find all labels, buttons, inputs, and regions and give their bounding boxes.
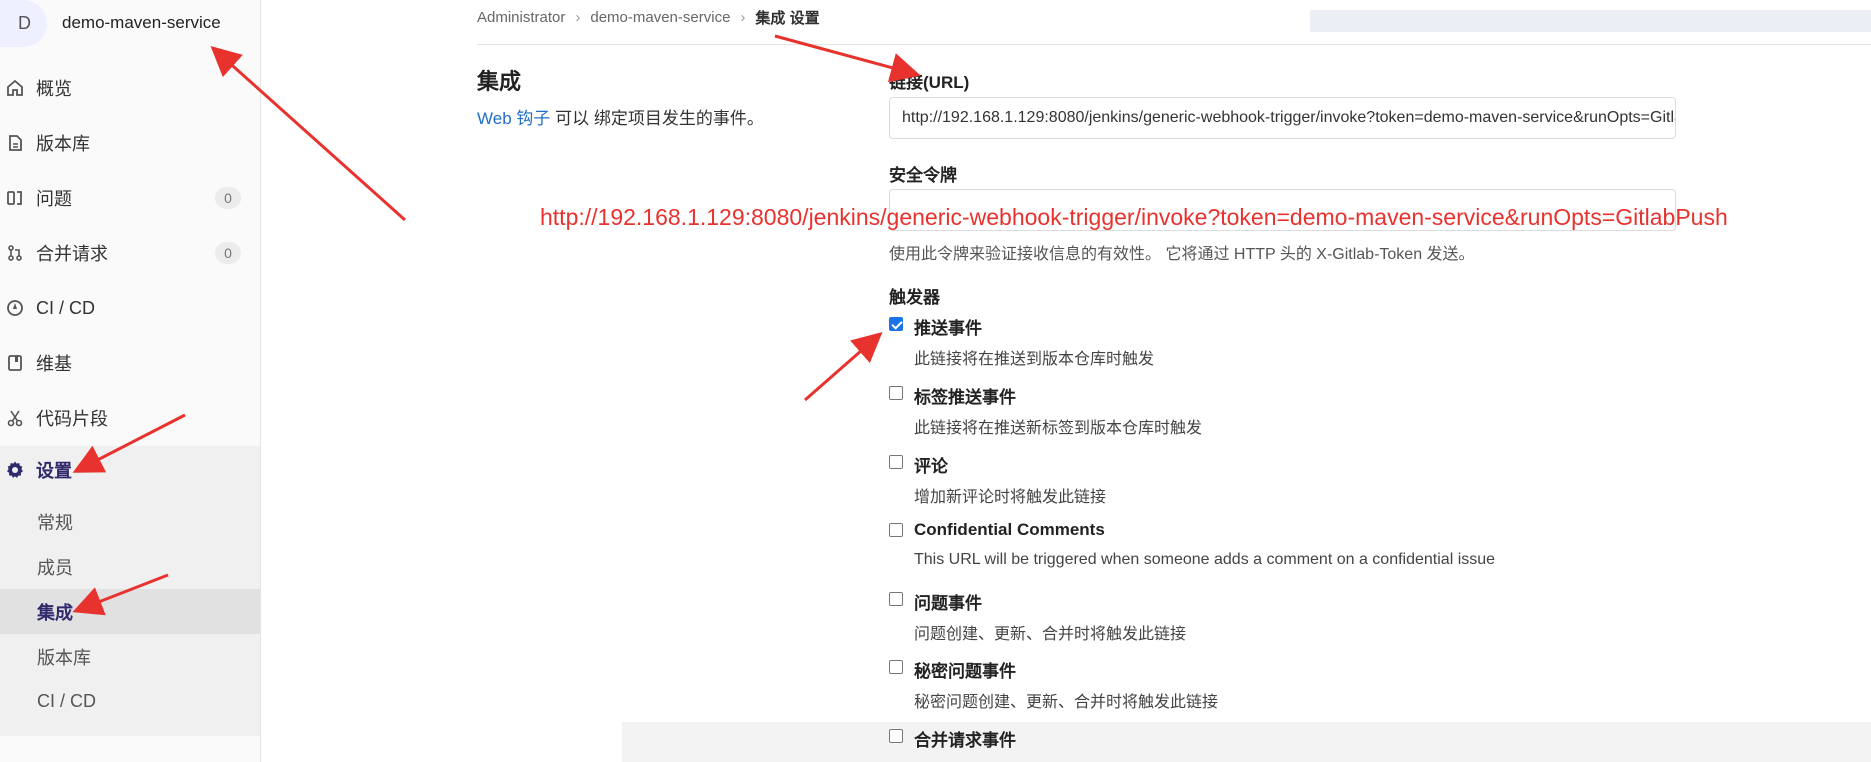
- settings-sub-integrations[interactable]: 集成: [0, 589, 260, 634]
- section-description: Web 钩子 可以 绑定项目发生的事件。: [477, 104, 764, 129]
- merge-request-icon: [5, 243, 25, 263]
- trigger-title: Confidential Comments: [914, 520, 1105, 539]
- sub-label: 版本库: [37, 647, 91, 668]
- sub-label: CI / CD: [37, 691, 97, 711]
- scissors-icon: [5, 408, 25, 428]
- document-icon: [5, 133, 25, 153]
- trigger-desc: 此链接将在推送到版本仓库时触发: [914, 351, 1155, 368]
- trigger-title: 问题事件: [914, 594, 982, 613]
- count-badge: 0: [215, 187, 241, 209]
- settings-sub-general[interactable]: 常规: [0, 499, 260, 544]
- settings-section: 设置 常规 成员 集成 版本库 CI / CD: [0, 446, 260, 736]
- book-icon: [5, 353, 25, 373]
- nav-item-settings[interactable]: 设置: [0, 446, 260, 494]
- nav-label: 代码片段: [36, 409, 108, 429]
- count-badge: 0: [215, 242, 241, 264]
- nav-label: CI / CD: [36, 297, 96, 318]
- project-name: demo-maven-service: [62, 13, 221, 32]
- project-avatar: D: [0, 0, 47, 47]
- merge-request-events-checkbox[interactable]: [889, 729, 903, 743]
- section-desc-text: 可以 绑定项目发生的事件。: [555, 109, 764, 128]
- project-header[interactable]: D demo-maven-service: [0, 0, 260, 47]
- sub-label: 集成: [37, 602, 73, 623]
- chevron-right-icon: ›: [740, 8, 746, 26]
- settings-sub-ci-cd[interactable]: CI / CD: [0, 679, 260, 724]
- page-title: 集成: [477, 69, 522, 94]
- gear-icon: [5, 460, 25, 480]
- breadcrumb-current: 集成 设置: [755, 9, 820, 27]
- issues-icon: [5, 188, 25, 208]
- breadcrumb-root[interactable]: Administrator: [477, 9, 565, 26]
- breadcrumb-project[interactable]: demo-maven-service: [590, 9, 730, 26]
- nav-label: 维基: [36, 354, 72, 374]
- token-label: 安全令牌: [889, 166, 957, 185]
- top-bar-fragment: [1310, 10, 1871, 32]
- nav-label: 版本库: [36, 134, 90, 154]
- nav-item-issues[interactable]: 问题 0: [0, 174, 260, 222]
- tag-push-events-checkbox[interactable]: [889, 386, 903, 400]
- confidential-issue-events-checkbox[interactable]: [889, 660, 903, 674]
- nav-item-repository[interactable]: 版本库: [0, 119, 260, 167]
- rocket-icon: [5, 298, 25, 318]
- sub-label: 成员: [37, 557, 73, 578]
- annotation-url-text: http://192.168.1.129:8080/jenkins/generi…: [540, 204, 1728, 230]
- confidential-comments-checkbox[interactable]: [889, 523, 903, 537]
- trigger-title: 推送事件: [914, 319, 982, 338]
- trigger-desc: This URL will be triggered when someone …: [914, 551, 1496, 568]
- trigger-title: 标签推送事件: [914, 388, 1016, 407]
- settings-sub-repository[interactable]: 版本库: [0, 634, 260, 679]
- webhook-link[interactable]: Web 钩子: [477, 109, 550, 128]
- home-icon: [5, 78, 25, 98]
- push-events-checkbox[interactable]: [889, 317, 903, 331]
- trigger-desc: 问题创建、更新、合并时将触发此链接: [914, 626, 1187, 643]
- breadcrumb: Administrator › demo-maven-service › 集成 …: [477, 6, 820, 28]
- trigger-desc: 增加新评论时将触发此链接: [914, 489, 1107, 506]
- trigger-title: 合并请求事件: [914, 731, 1016, 750]
- nav-label: 设置: [36, 461, 72, 481]
- sidebar: D demo-maven-service 概览 版本库 问题 0 合并请求 0 …: [0, 0, 261, 762]
- divider: [477, 44, 1871, 45]
- trigger-title: 评论: [914, 457, 948, 476]
- nav-label: 概览: [36, 79, 72, 99]
- sub-label: 常规: [37, 512, 73, 533]
- bottom-band: [622, 722, 1871, 762]
- trigger-desc: 秘密问题创建、更新、合并时将触发此链接: [914, 694, 1219, 711]
- nav-item-snippets[interactable]: 代码片段: [0, 394, 260, 442]
- nav-label: 合并请求: [36, 244, 108, 264]
- issue-events-checkbox[interactable]: [889, 592, 903, 606]
- comments-checkbox[interactable]: [889, 455, 903, 469]
- nav-item-merge-requests[interactable]: 合并请求 0: [0, 229, 260, 277]
- settings-sub-members[interactable]: 成员: [0, 544, 260, 589]
- nav-label: 问题: [36, 189, 72, 209]
- chevron-right-icon: ›: [575, 8, 581, 26]
- url-label: 链接(URL): [889, 73, 970, 92]
- nav-item-wiki[interactable]: 维基: [0, 339, 260, 387]
- trigger-title: 秘密问题事件: [914, 662, 1016, 681]
- nav-item-ci-cd[interactable]: CI / CD: [0, 284, 260, 332]
- trigger-desc: 此链接将在推送新标签到版本仓库时触发: [914, 420, 1203, 437]
- url-input[interactable]: http://192.168.1.129:8080/jenkins/generi…: [889, 97, 1676, 139]
- triggers-label: 触发器: [889, 288, 940, 307]
- nav-item-overview[interactable]: 概览: [0, 64, 260, 112]
- token-help-text: 使用此令牌来验证接收信息的有效性。 它将通过 HTTP 头的 X-Gitlab-…: [889, 246, 1475, 263]
- arrow-to-push-checkbox: [804, 332, 883, 402]
